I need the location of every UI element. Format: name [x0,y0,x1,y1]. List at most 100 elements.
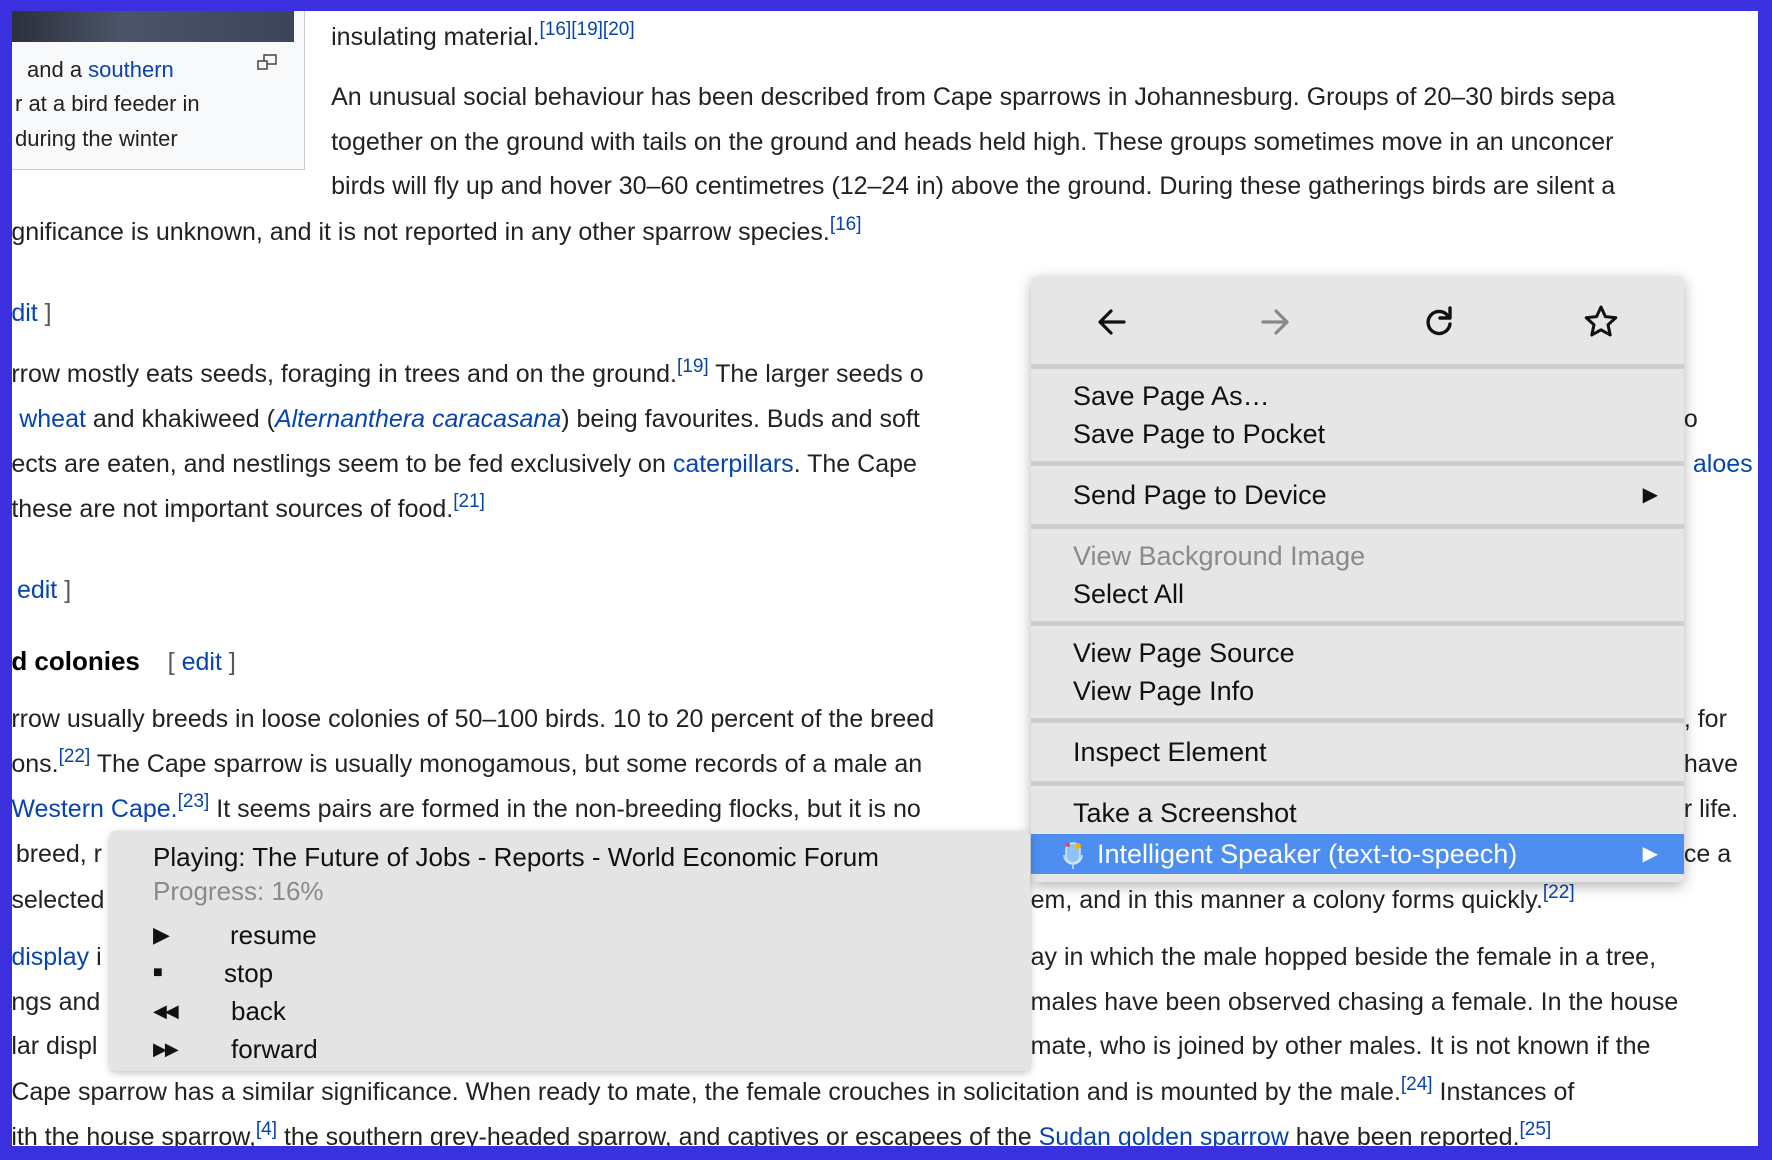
citation-link[interactable]: [21] [453,491,485,512]
edit-link[interactable]: edit [17,576,57,604]
text: the southern grey-headed sparrow, and ca… [277,1122,1039,1146]
article-line: rrow mostly eats seeds, foraging in tree… [12,356,924,389]
submenu-arrow-icon: ▶ [1642,843,1658,865]
menu-item-label: View Page Info [1073,676,1255,706]
text: and a [27,56,89,82]
menu-item-save-page-to-pocket[interactable]: Save Page to Pocket [1031,415,1684,453]
text: i [89,943,102,972]
section-heading: d colonies [12,646,140,677]
text: Cape sparrow has a similar significance.… [12,1077,1401,1106]
text: o [1683,405,1698,434]
text: An unusual social behaviour has been des… [331,83,1616,112]
text: Instances of [1432,1077,1575,1106]
bookmark-star-icon[interactable] [1581,302,1621,342]
menu-item-select-all[interactable]: Select All [1031,575,1684,613]
citation-link[interactable]: [22] [1543,882,1575,903]
text: The larger seeds o [708,360,924,389]
text: have been reported. [1288,1122,1520,1146]
citation-link[interactable]: [4] [256,1119,277,1140]
text: mate, who is joined by other males. It i… [1030,1032,1651,1061]
article-line: Cape sparrow has a similar significance.… [12,1074,1575,1107]
menu-group: Take a Screenshot Intelligent Speaker (te… [1031,786,1684,882]
control-label: stop [224,958,274,988]
menu-item-label: Save Page As… [1073,381,1270,411]
now-playing-title: Playing: The Future of Jobs - Reports - … [153,842,879,872]
article-line: ngs and [12,987,100,1017]
menu-item-label: View Background Image [1073,541,1366,571]
article-line: Western Cape.[23] It seems pairs are for… [12,791,921,824]
menu-item-save-page-as[interactable]: Save Page As… [1031,377,1684,415]
article-line: display i [12,942,102,972]
text: and khakiweed ( [85,405,275,434]
text: insulating material. [331,23,540,52]
text: rrow mostly eats seeds, foraging in tree… [12,360,677,389]
article-link[interactable]: southern [88,57,174,82]
citation-link[interactable]: [19] [677,356,709,377]
back-arrow-icon[interactable] [1092,302,1132,342]
article-link[interactable]: caterpillars [673,450,794,478]
text: r life. [1683,795,1739,824]
enlarge-icon[interactable] [257,54,277,70]
text: ith the house sparrow, [12,1122,256,1146]
menu-group: Save Page As… Save Page to Pocket [1031,369,1684,461]
menu-item-label: Inspect Element [1073,737,1267,767]
text: ] [221,648,236,677]
menu-item-take-a-screenshot[interactable]: Take a Screenshot [1031,794,1684,832]
text: breed, r [15,840,102,869]
forward-arrow-icon[interactable] [1255,302,1295,342]
play-icon: ▶ [153,922,170,947]
citation-link[interactable]: [25] [1520,1119,1552,1140]
article-line-fragment: r life. [1684,794,1738,824]
text: rrow usually breeds in loose colonies of… [12,704,935,733]
caption-line: and a southern [27,57,174,83]
citation-link[interactable]: [16][19][20] [540,19,635,40]
article-link[interactable]: Western Cape. [12,795,178,823]
article-line: these are not important sources of food.… [12,491,485,524]
article-line-fragment: o [1684,404,1698,434]
menu-item-send-page-to-device[interactable]: Send Page to Device ▶ [1031,476,1684,514]
menu-item-label: Send Page to Device [1073,480,1327,510]
text: ay in which the male hopped beside the f… [1030,943,1657,972]
stop-icon: ■ [153,964,163,981]
article-link[interactable]: aloes [1693,450,1753,478]
menu-item-label: Intelligent Speaker (text-to-speech) [1097,839,1518,869]
text: ] [57,575,72,604]
reload-icon[interactable] [1419,302,1459,342]
menu-item-label: Save Page to Pocket [1073,419,1326,449]
control-label: resume [230,920,317,950]
text: It seems pairs are formed in the non-bre… [209,795,921,824]
text: em, and in this manner a colony forms qu… [1030,885,1543,914]
citation-link[interactable]: [16] [830,214,862,235]
citation-link[interactable]: [24] [1401,1074,1433,1095]
article-link[interactable]: wheat [19,405,86,433]
menu-item-view-background-image[interactable]: View Background Image [1031,537,1684,575]
context-menu-items: Save Page As… Save Page to Pocket Send Pag… [1031,364,1684,882]
menu-item-intelligent-speaker-text-to-speech[interactable]: Intelligent Speaker (text-to-speech) ▶ [1031,834,1684,874]
article-line-fragment: , for [1684,704,1727,734]
menu-group: View Background Image Select All [1031,529,1684,621]
article-line: ons.[22] The Cape sparrow is usually mon… [12,746,923,779]
article-link[interactable]: Sudan golden sparrow [1039,1123,1289,1146]
menu-item-view-page-source[interactable]: View Page Source [1031,634,1684,672]
article-line: d colonies [ edit ] [12,646,236,677]
text: have [1683,749,1739,778]
text: selected [12,885,105,914]
article-link[interactable]: display [12,943,89,971]
menu-item-view-page-info[interactable]: View Page Info [1031,672,1684,710]
article-link[interactable]: Alternanthera caracasana [275,405,561,433]
text: these are not important sources of food. [12,494,454,523]
text: birds will fly up and hover 30–60 centim… [331,172,1616,201]
edit-link[interactable]: dit [12,299,38,327]
bird-photo[interactable] [12,11,294,42]
submenu-arrow-icon: ▶ [1642,484,1658,506]
text: The Cape sparrow is usually monogamous, … [90,749,923,778]
menu-item-inspect-element[interactable]: Inspect Element [1031,733,1684,771]
article-line: birds will fly up and hover 30–60 centim… [331,171,1615,201]
article-line: lar displ [12,1031,97,1061]
citation-link[interactable]: [23] [178,791,210,812]
menu-group: Inspect Element [1031,723,1684,781]
article-line: rrow usually breeds in loose colonies of… [12,704,934,734]
citation-link[interactable]: [22] [59,746,91,767]
edit-link[interactable]: edit [182,648,222,676]
text: together on the ground with tails on the… [331,128,1614,157]
